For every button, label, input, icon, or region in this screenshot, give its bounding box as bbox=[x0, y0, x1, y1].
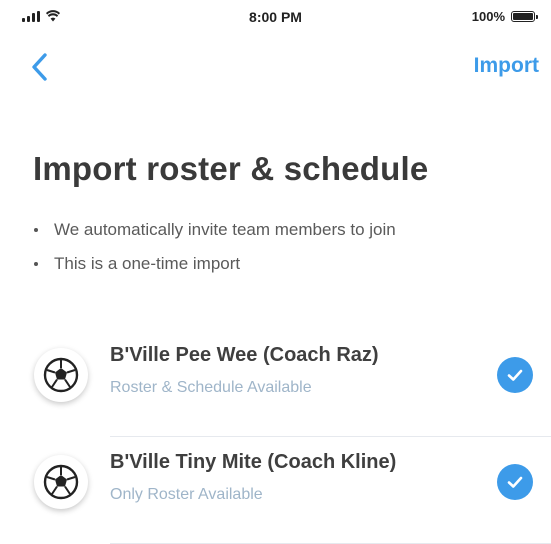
team-availability: Roster & Schedule Available bbox=[110, 379, 312, 396]
selected-checkmark[interactable] bbox=[497, 357, 533, 393]
status-time: 8:00 PM bbox=[249, 9, 302, 25]
team-list: B'Ville Pee Wee (Coach Raz) Roster & Sch… bbox=[0, 330, 551, 544]
bullet-dot bbox=[34, 228, 38, 232]
bullet-text: This is a one-time import bbox=[54, 254, 241, 273]
team-avatar bbox=[34, 348, 88, 402]
team-avatar bbox=[34, 455, 88, 509]
bullet-item: We automatically invite team members to … bbox=[34, 220, 396, 254]
check-icon bbox=[507, 369, 523, 381]
import-button[interactable]: Import bbox=[474, 54, 539, 78]
bullet-item: This is a one-time import bbox=[34, 254, 396, 288]
selected-checkmark[interactable] bbox=[497, 464, 533, 500]
soccer-ball-icon bbox=[43, 464, 79, 500]
check-icon bbox=[507, 476, 523, 488]
team-row[interactable]: B'Ville Pee Wee (Coach Raz) Roster & Sch… bbox=[0, 330, 551, 437]
team-name: B'Ville Tiny Mite (Coach Kline) bbox=[110, 451, 397, 473]
bullet-dot bbox=[34, 262, 38, 266]
team-name: B'Ville Pee Wee (Coach Raz) bbox=[110, 344, 379, 366]
bullet-text: We automatically invite team members to … bbox=[54, 220, 396, 239]
team-row[interactable]: B'Ville Tiny Mite (Coach Kline) Only Ros… bbox=[0, 437, 551, 544]
status-right: 100% bbox=[471, 9, 538, 24]
back-button[interactable] bbox=[26, 50, 56, 84]
battery-percent: 100% bbox=[471, 9, 505, 24]
soccer-ball-icon bbox=[43, 357, 79, 393]
info-bullets: We automatically invite team members to … bbox=[34, 220, 396, 288]
battery-icon bbox=[511, 11, 538, 22]
chevron-left-icon bbox=[32, 53, 47, 81]
page-title: Import roster & schedule bbox=[33, 150, 429, 187]
nav-bar: Import bbox=[0, 44, 551, 90]
status-bar: 8:00 PM 100% bbox=[0, 0, 551, 36]
team-availability: Only Roster Available bbox=[110, 486, 263, 503]
